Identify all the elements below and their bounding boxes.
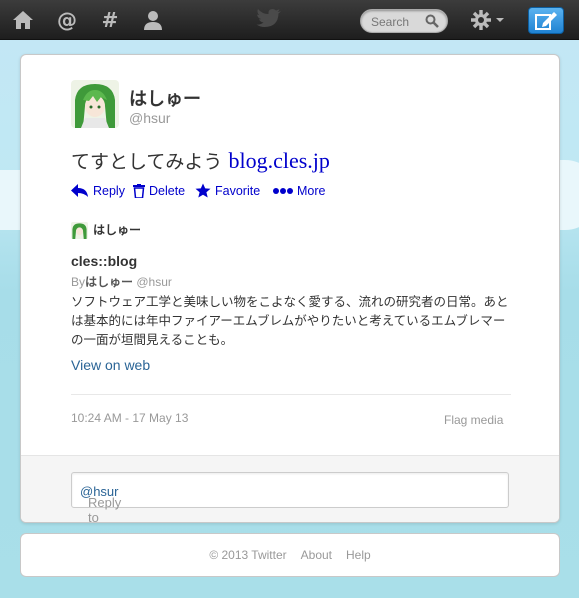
- search-input[interactable]: [371, 13, 429, 30]
- reply-area: Reply to @hsur: [21, 455, 559, 523]
- footer: © 2013 Twitter About Help: [20, 533, 560, 577]
- divider: [71, 394, 511, 395]
- at-icon[interactable]: @: [54, 7, 80, 33]
- about-link[interactable]: About: [301, 548, 332, 562]
- search-box[interactable]: [360, 9, 448, 33]
- media-description: ソフトウェア工学と美味しい物をこよなく愛する、流れの研究者の日常。あとは基本的に…: [71, 294, 509, 347]
- tweet-card: はしゅー @hsur てすとしてみよう blog.cles.jp Reply D…: [20, 54, 560, 523]
- by-name[interactable]: はしゅー: [85, 275, 133, 289]
- media-author-avatar[interactable]: [71, 222, 88, 239]
- avatar[interactable]: [71, 80, 119, 128]
- chevron-down-icon: [496, 18, 504, 22]
- view-on-web-link[interactable]: View on web: [71, 357, 150, 373]
- favorite-button[interactable]: Favorite: [195, 182, 260, 200]
- delete-label: Delete: [149, 184, 186, 198]
- reply-button[interactable]: Reply: [71, 182, 125, 200]
- home-icon[interactable]: [10, 7, 36, 33]
- compose-button[interactable]: [528, 7, 564, 34]
- reply-input[interactable]: Reply to @hsur: [71, 472, 509, 523]
- hash-icon[interactable]: #: [97, 7, 123, 33]
- favorite-label: Favorite: [215, 184, 261, 198]
- by-handle[interactable]: @hsur: [136, 275, 172, 289]
- reply-placeholder: Reply to @hsur: [80, 484, 122, 523]
- copyright-text: © 2013 Twitter: [209, 548, 287, 562]
- star-icon: [195, 183, 211, 198]
- search-icon[interactable]: [425, 14, 439, 28]
- twitter-bird-icon[interactable]: [256, 8, 282, 30]
- more-label: More: [297, 184, 326, 198]
- by-label: By: [71, 275, 86, 289]
- reply-label: Reply: [93, 184, 125, 198]
- person-icon[interactable]: [140, 7, 166, 33]
- trash-icon: [133, 184, 145, 198]
- media-byline: Byはしゅー @hsur: [71, 273, 172, 290]
- media-title[interactable]: cles::blog: [71, 253, 137, 269]
- screen-name[interactable]: @hsur: [129, 110, 170, 126]
- timestamp[interactable]: 10:24 AM - 17 May 13: [71, 411, 188, 425]
- more-button[interactable]: More: [273, 182, 325, 200]
- tweet-body: てすとしてみよう: [71, 151, 223, 173]
- flag-media-link[interactable]: Flag media: [444, 413, 503, 427]
- display-name[interactable]: はしゅー: [129, 85, 201, 111]
- gear-icon[interactable]: [470, 9, 492, 31]
- more-icon: [273, 188, 293, 194]
- reply-icon: [71, 184, 88, 197]
- help-link[interactable]: Help: [346, 548, 371, 562]
- compose-icon: [535, 11, 557, 30]
- tweet-text: てすとしてみよう blog.cles.jp: [71, 147, 330, 174]
- settings-menu[interactable]: [470, 9, 506, 31]
- top-navigation-bar: @ #: [0, 0, 579, 40]
- tweet-link[interactable]: blog.cles.jp: [228, 148, 329, 173]
- media-author-name[interactable]: はしゅー: [93, 221, 141, 238]
- delete-button[interactable]: Delete: [133, 182, 185, 200]
